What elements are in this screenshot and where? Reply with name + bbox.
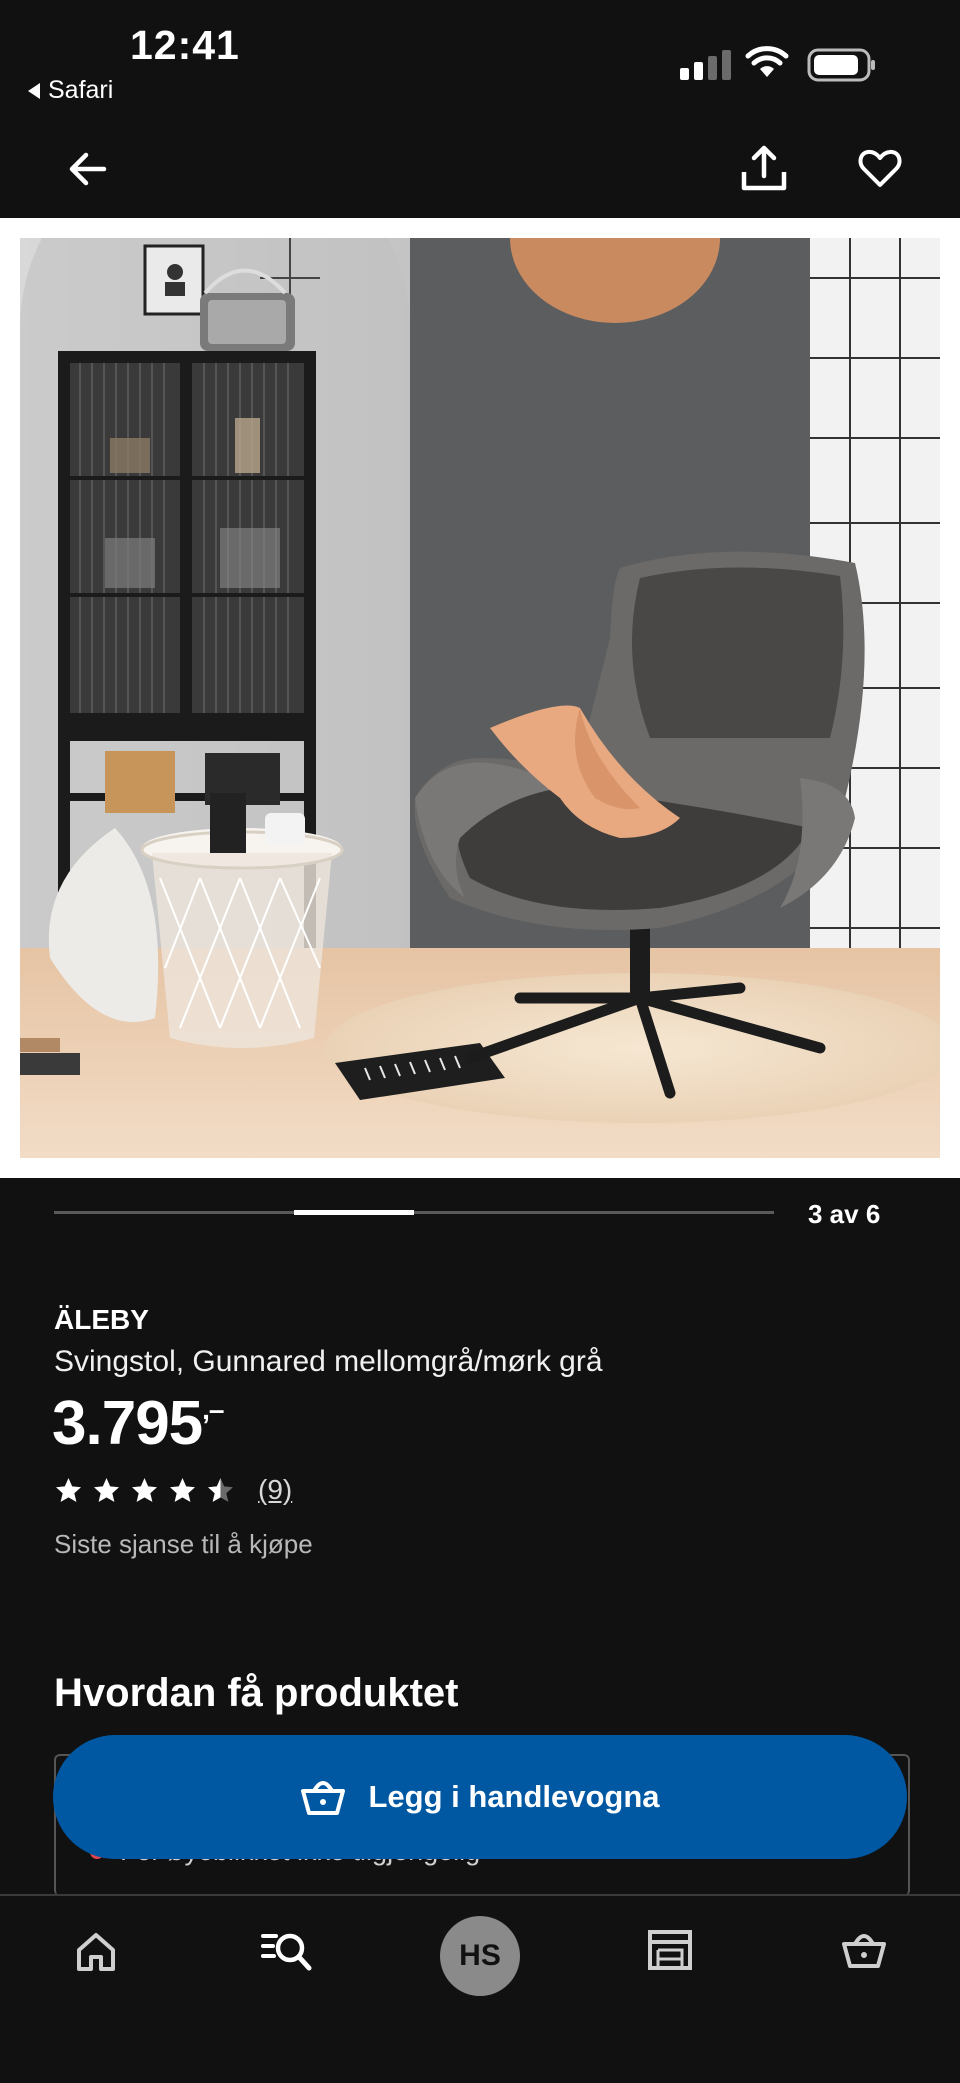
rating-stars — [54, 1476, 235, 1504]
wifi-icon — [745, 46, 789, 77]
back-button[interactable] — [64, 145, 112, 198]
home-icon — [77, 1933, 115, 1971]
star-icon — [132, 1478, 157, 1502]
product-description: Svingstol, Gunnared mellomgrå/mørk grå — [54, 1345, 603, 1378]
add-to-cart-button[interactable]: Legg i handlevogna — [54, 1736, 906, 1858]
nav-profile-avatar[interactable]: HS — [440, 1916, 520, 1996]
star-icon — [94, 1478, 119, 1502]
product-rating[interactable]: (9) — [54, 1474, 292, 1506]
gallery-page-counter: 3 av 6 — [808, 1199, 881, 1229]
share-button[interactable] — [738, 142, 790, 199]
nav-stores[interactable] — [646, 1928, 694, 1977]
product-photo[interactable] — [20, 238, 940, 1158]
nav-cart[interactable] — [840, 1928, 888, 1977]
back-to-safari-link[interactable]: Safari — [28, 76, 113, 105]
app-header — [0, 120, 960, 218]
back-triangle-icon — [28, 82, 40, 99]
heart-icon — [858, 149, 902, 187]
star-icon — [170, 1478, 195, 1502]
product-image-carousel[interactable] — [0, 218, 960, 1178]
star-icon — [208, 1478, 233, 1502]
price-value: 3.795 — [52, 1389, 203, 1458]
basket-icon — [842, 1934, 886, 1968]
how-to-get-title: Hvordan få produktet — [54, 1671, 459, 1715]
store-icon — [648, 1930, 692, 1970]
battery-icon — [807, 48, 875, 82]
back-app-label: Safari — [48, 76, 114, 104]
bottom-navigation: HS — [0, 1894, 960, 2083]
search-icon — [261, 1933, 312, 1971]
product-brand-name: ÄLEBY — [54, 1304, 149, 1335]
favorite-button[interactable] — [856, 144, 904, 197]
review-count-link[interactable]: (9) — [258, 1474, 292, 1506]
status-bar: 12:41 Safari — [0, 0, 960, 120]
gallery-progress-track — [54, 1210, 774, 1215]
arrow-left-icon — [69, 152, 107, 186]
last-chance-note: Siste sjanse til å kjøpe — [54, 1529, 313, 1559]
cellular-signal-icon — [680, 50, 731, 80]
shopping-basket-icon — [301, 1781, 346, 1815]
star-icon — [56, 1478, 81, 1502]
price-suffix: ,– — [202, 1394, 224, 1425]
add-to-cart-label: Legg i handlevogna — [368, 1779, 660, 1814]
gallery-progress-fill — [294, 1210, 414, 1215]
share-icon — [741, 145, 787, 191]
nav-search[interactable] — [260, 1928, 314, 1979]
nav-home[interactable] — [74, 1930, 118, 1979]
status-time: 12:41 — [130, 22, 240, 68]
product-price: 3.795,– — [52, 1388, 225, 1459]
